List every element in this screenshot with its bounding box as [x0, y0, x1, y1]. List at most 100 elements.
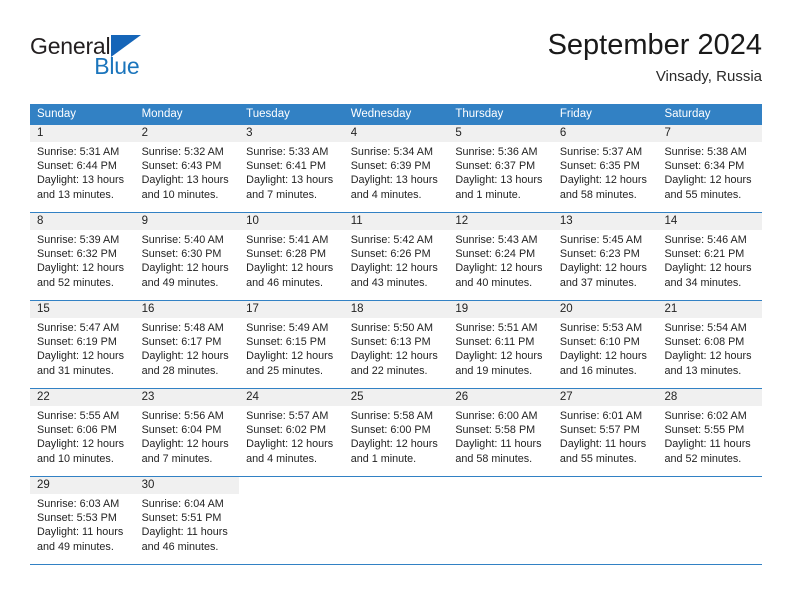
calendar-day-cell[interactable]: 17 Sunrise: 5:49 AM Sunset: 6:15 PM Dayligh…	[239, 301, 344, 388]
sunset-text: Sunset: 6:00 PM	[350, 424, 431, 437]
daylight-text-line1: Daylight: 11 hours	[559, 438, 647, 451]
calendar-day-cell[interactable]: 24 Sunrise: 5:57 AM Sunset: 6:02 PM Dayligh…	[239, 389, 344, 476]
weekday-sunday: Sunday	[37, 108, 77, 120]
daylight-text-line1: Daylight: 12 hours	[37, 350, 125, 363]
day-number: 14	[657, 213, 763, 230]
daylight-text-line1: Daylight: 12 hours	[350, 438, 438, 451]
daylight-text-line1: Daylight: 11 hours	[455, 438, 542, 451]
calendar-day-cell[interactable]: 14 Sunrise: 5:46 AM Sunset: 6:21 PM Dayligh…	[657, 213, 763, 300]
daylight-text-line2: and 55 minutes.	[559, 452, 637, 465]
calendar-day-cell[interactable]: 16 Sunrise: 5:48 AM Sunset: 6:17 PM Dayligh…	[134, 301, 240, 388]
weekday-header-row: Sunday Monday Tuesday Wednesday Thursday…	[30, 104, 762, 125]
sunrise-text: Sunrise: 5:49 AM	[246, 322, 329, 334]
sunset-text: Sunset: 5:51 PM	[141, 512, 222, 525]
day-number: 26	[448, 389, 553, 406]
day-details: Sunrise: 5:55 AM Sunset: 6:06 PM Daylight:…	[30, 406, 135, 466]
calendar-day-cell[interactable]: 23 Sunrise: 5:56 AM Sunset: 6:04 PM Dayligh…	[134, 389, 240, 476]
weekday-monday: Monday	[141, 108, 183, 120]
day-number: 19	[448, 301, 553, 318]
sunset-text: Sunset: 5:58 PM	[455, 424, 536, 437]
calendar-day-cell[interactable]: 27 Sunrise: 6:01 AM Sunset: 5:57 PM Dayligh…	[552, 389, 658, 476]
sunset-text: Sunset: 6:39 PM	[350, 160, 431, 173]
daylight-text-line1: Daylight: 13 hours	[455, 174, 543, 187]
calendar-day-cell[interactable]: 21 Sunrise: 5:54 AM Sunset: 6:08 PM Dayligh…	[657, 301, 763, 388]
daylight-text-line1: Daylight: 12 hours	[559, 262, 647, 275]
calendar-week-row: 29 Sunrise: 6:03 AM Sunset: 5:53 PM Dayligh…	[30, 477, 763, 565]
day-number: 4	[343, 125, 449, 142]
day-details: Sunrise: 5:34 AM Sunset: 6:39 PM Daylight:…	[344, 142, 449, 202]
calendar-day-cell[interactable]: 20 Sunrise: 5:53 AM Sunset: 6:10 PM Dayligh…	[552, 301, 658, 388]
calendar-day-cell[interactable]: 15 Sunrise: 5:47 AM Sunset: 6:19 PM Dayligh…	[30, 301, 135, 388]
calendar-day-cell[interactable]: 10 Sunrise: 5:41 AM Sunset: 6:28 PM Dayligh…	[239, 213, 344, 300]
daylight-text-line2: and 22 minutes.	[350, 364, 428, 377]
weeks-container: 1 Sunrise: 5:31 AM Sunset: 6:44 PM Daylight…	[30, 125, 763, 565]
daylight-text-line1: Daylight: 12 hours	[350, 350, 438, 363]
daylight-text-line2: and 58 minutes.	[455, 452, 533, 465]
calendar-day-cell[interactable]: 25 Sunrise: 5:58 AM Sunset: 6:00 PM Dayligh…	[343, 389, 449, 476]
day-number: 29	[30, 477, 135, 494]
daylight-text-line1: Daylight: 13 hours	[246, 174, 334, 187]
calendar-day-cell[interactable]: 19 Sunrise: 5:51 AM Sunset: 6:11 PM Dayligh…	[448, 301, 553, 388]
calendar-day-cell[interactable]: 22 Sunrise: 5:55 AM Sunset: 6:06 PM Dayligh…	[30, 389, 135, 476]
general-blue-logo[interactable]: General Blue	[30, 28, 142, 78]
calendar-week-row: 1 Sunrise: 5:31 AM Sunset: 6:44 PM Daylight…	[30, 125, 763, 213]
sunrise-text: Sunrise: 5:43 AM	[455, 234, 538, 246]
daylight-text-line2: and 7 minutes.	[141, 452, 213, 465]
sunrise-text: Sunrise: 5:56 AM	[141, 410, 224, 422]
calendar-day-cell[interactable]: 26 Sunrise: 6:00 AM Sunset: 5:58 PM Dayligh…	[448, 389, 553, 476]
sunrise-text: Sunrise: 5:38 AM	[664, 146, 747, 158]
calendar-day-cell[interactable]: 28 Sunrise: 6:02 AM Sunset: 5:55 PM Dayligh…	[657, 389, 763, 476]
sunset-text: Sunset: 6:19 PM	[37, 336, 117, 349]
day-number: 30	[134, 477, 240, 494]
sunset-text: Sunset: 6:24 PM	[455, 248, 536, 261]
sunset-text: Sunset: 5:53 PM	[37, 512, 117, 525]
location-subtitle: Vinsady, Russia	[655, 68, 762, 85]
calendar-day-cell[interactable]: 5 Sunrise: 5:36 AM Sunset: 6:37 PM Daylight…	[448, 125, 553, 212]
daylight-text-line1: Daylight: 12 hours	[141, 262, 229, 275]
calendar-week-row: 15 Sunrise: 5:47 AM Sunset: 6:19 PM Dayligh…	[30, 301, 763, 389]
calendar-day-cell[interactable]: 30 Sunrise: 6:04 AM Sunset: 5:51 PM Dayligh…	[134, 477, 240, 564]
day-number: 16	[134, 301, 240, 318]
sunset-text: Sunset: 6:26 PM	[350, 248, 431, 261]
day-details: Sunrise: 5:54 AM Sunset: 6:08 PM Daylight:…	[657, 318, 762, 378]
day-number	[553, 477, 658, 494]
calendar-day-cell[interactable]: 12 Sunrise: 5:43 AM Sunset: 6:24 PM Dayligh…	[448, 213, 553, 300]
weekday-wednesday: Wednesday	[350, 108, 412, 120]
day-number	[448, 477, 553, 494]
sunrise-text: Sunrise: 5:33 AM	[246, 146, 329, 158]
day-number: 9	[134, 213, 240, 230]
day-details: Sunrise: 5:46 AM Sunset: 6:21 PM Daylight:…	[657, 230, 762, 290]
calendar-day-cell[interactable]: 13 Sunrise: 5:45 AM Sunset: 6:23 PM Dayligh…	[552, 213, 658, 300]
day-number: 27	[552, 389, 658, 406]
calendar-day-cell[interactable]: 9 Sunrise: 5:40 AM Sunset: 6:30 PM Daylight…	[134, 213, 240, 300]
sunrise-text: Sunrise: 5:55 AM	[37, 410, 120, 422]
sunset-text: Sunset: 6:44 PM	[37, 160, 117, 173]
sunset-text: Sunset: 6:35 PM	[559, 160, 640, 173]
calendar-day-cell[interactable]: 2 Sunrise: 5:32 AM Sunset: 6:43 PM Daylight…	[134, 125, 240, 212]
calendar-day-cell[interactable]: 4 Sunrise: 5:34 AM Sunset: 6:39 PM Daylight…	[343, 125, 449, 212]
calendar-day-cell[interactable]: 11 Sunrise: 5:42 AM Sunset: 6:26 PM Dayligh…	[343, 213, 449, 300]
calendar-day-cell[interactable]: 6 Sunrise: 5:37 AM Sunset: 6:35 PM Daylight…	[552, 125, 658, 212]
calendar-day-cell[interactable]: 29 Sunrise: 6:03 AM Sunset: 5:53 PM Dayligh…	[30, 477, 135, 564]
daylight-text-line2: and 52 minutes.	[37, 276, 114, 289]
calendar-day-cell[interactable]: 3 Sunrise: 5:33 AM Sunset: 6:41 PM Daylight…	[239, 125, 344, 212]
calendar-day-cell[interactable]: 8 Sunrise: 5:39 AM Sunset: 6:32 PM Daylight…	[30, 213, 135, 300]
daylight-text-line1: Daylight: 11 hours	[37, 526, 124, 539]
sunrise-text: Sunrise: 5:54 AM	[664, 322, 747, 334]
calendar-day-cell[interactable]: 7 Sunrise: 5:38 AM Sunset: 6:34 PM Daylight…	[657, 125, 763, 212]
calendar-day-cell[interactable]: 1 Sunrise: 5:31 AM Sunset: 6:44 PM Daylight…	[30, 125, 135, 212]
day-number: 11	[343, 213, 449, 230]
day-number: 1	[30, 125, 135, 142]
sunrise-text: Sunrise: 6:00 AM	[455, 410, 538, 422]
calendar-day-cell[interactable]: 18 Sunrise: 5:50 AM Sunset: 6:13 PM Dayligh…	[343, 301, 449, 388]
daylight-text-line2: and 4 minutes.	[350, 188, 422, 201]
sunrise-text: Sunrise: 5:34 AM	[350, 146, 433, 158]
sunrise-text: Sunrise: 6:03 AM	[37, 498, 120, 510]
daylight-text-line2: and 16 minutes.	[559, 364, 637, 377]
daylight-text-line1: Daylight: 12 hours	[141, 350, 229, 363]
day-details: Sunrise: 5:32 AM Sunset: 6:43 PM Daylight:…	[135, 142, 240, 202]
daylight-text-line1: Daylight: 12 hours	[455, 350, 543, 363]
daylight-text-line1: Daylight: 11 hours	[141, 526, 228, 539]
sunset-text: Sunset: 5:57 PM	[559, 424, 640, 437]
day-details: Sunrise: 6:03 AM Sunset: 5:53 PM Daylight:…	[30, 494, 135, 554]
